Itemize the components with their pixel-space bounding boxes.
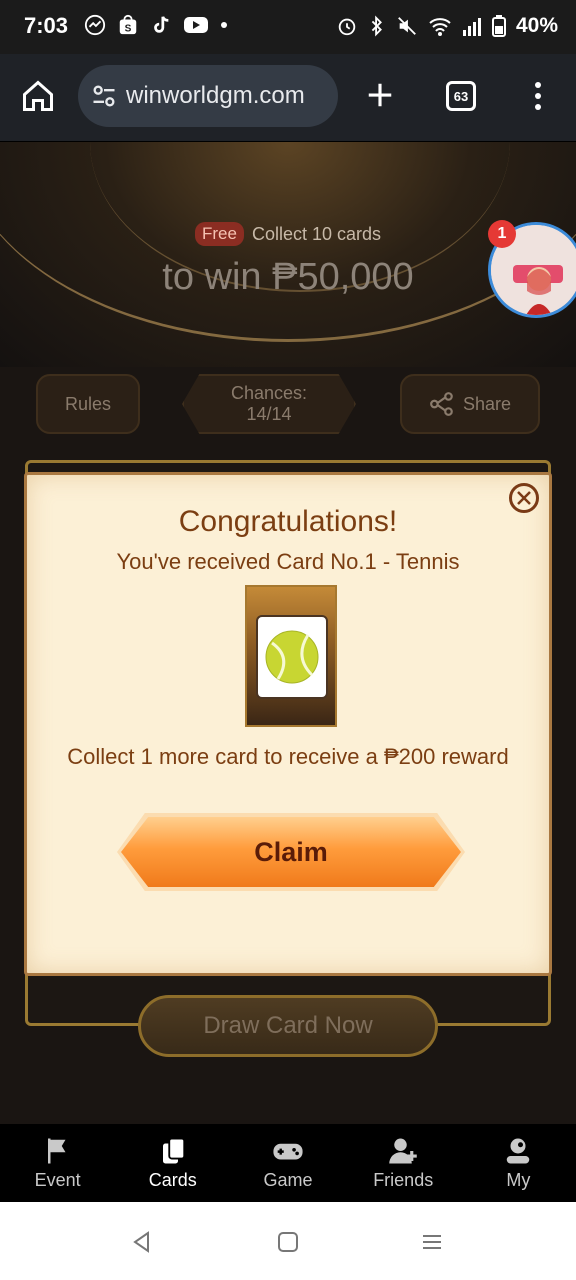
nav-event-label: Event (34, 1170, 81, 1190)
nav-cards-label: Cards (148, 1170, 197, 1190)
nav-cards[interactable]: Cards (115, 1124, 230, 1202)
url-text[interactable]: winworldgm.com (126, 82, 305, 110)
add-friend-icon (389, 1138, 417, 1164)
home-square-icon[interactable] (276, 1230, 300, 1254)
nav-game-label: Game (263, 1170, 313, 1190)
shopee-icon: S (119, 14, 137, 34)
alarm-icon (338, 18, 356, 36)
battery-percent: 40% (515, 14, 558, 37)
flag-icon (47, 1138, 66, 1164)
site-settings-icon[interactable] (90, 82, 118, 110)
modal-title: Congratulations! (178, 505, 398, 538)
more-menu-icon[interactable] (526, 78, 550, 114)
share-icon (430, 392, 453, 416)
address-bar[interactable]: winworldgm.com (78, 65, 338, 127)
bottom-navigation: Event Cards Game Friends My (0, 1124, 576, 1202)
tennis-card (245, 585, 337, 727)
collect-text: Collect 10 cards (251, 223, 382, 244)
recents-icon[interactable] (420, 1230, 444, 1254)
youtube-icon (184, 17, 208, 33)
share-button[interactable]: Share (400, 374, 540, 434)
status-bar: 7:03 S 40% (0, 0, 576, 54)
messenger-icon (84, 14, 106, 36)
signal-icon (462, 18, 481, 36)
hero-banner: Free Collect 10 cards to win ₱50,000 1 (0, 142, 576, 367)
wifi-icon (429, 18, 451, 36)
nav-my[interactable]: My (461, 1124, 576, 1202)
rules-button[interactable]: Rules (36, 374, 140, 434)
dot-icon (221, 22, 227, 28)
nav-friends[interactable]: Friends (346, 1124, 461, 1202)
claim-button[interactable]: Claim (121, 817, 461, 887)
notification-badge: 1 (488, 220, 516, 248)
chances-label: Chances: (230, 383, 308, 403)
share-label: Share (462, 393, 512, 414)
battery-icon (491, 15, 506, 37)
modal-subtitle: You've received Card No.1 - Tennis (116, 549, 460, 574)
nav-event[interactable]: Event (0, 1124, 115, 1202)
nav-friends-label: Friends (373, 1170, 434, 1190)
gamepad-icon (273, 1143, 303, 1160)
nav-game[interactable]: Game (230, 1124, 345, 1202)
svg-text:S: S (125, 23, 132, 34)
new-tab-icon[interactable] (365, 80, 395, 110)
status-time: 7:03 (24, 13, 69, 38)
tiktok-icon (154, 16, 169, 33)
mute-icon (398, 17, 416, 35)
browser-toolbar: winworldgm.com 63 (0, 54, 576, 142)
congratulations-modal: Congratulations! You've received Card No… (24, 472, 552, 976)
cards-icon (162, 1137, 185, 1164)
reward-text: Collect 1 more card to receive a ₱200 re… (67, 744, 509, 769)
nav-my-label: My (506, 1170, 531, 1190)
system-navigation-bar (0, 1202, 576, 1280)
chances-value: 14/14 (246, 404, 292, 424)
tennis-ball-icon (265, 630, 319, 684)
profile-icon (507, 1138, 530, 1164)
draw-card-button[interactable]: Draw Card Now (138, 995, 438, 1057)
back-icon[interactable] (130, 1230, 154, 1254)
close-icon (517, 491, 531, 505)
chances-indicator: Chances: 14/14 (182, 374, 356, 434)
bluetooth-icon (371, 15, 382, 37)
home-icon[interactable] (20, 78, 56, 114)
tab-switcher-button[interactable]: 63 (446, 81, 476, 111)
free-badge: Free (194, 222, 244, 246)
app-screen: 7:03 S 40% winworldgm.com 63 Free Collec… (0, 0, 576, 1280)
